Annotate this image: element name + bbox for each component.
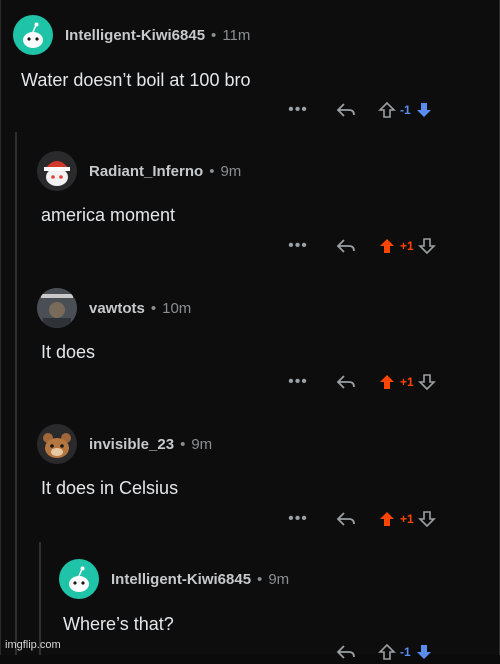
upvote-arrow-icon xyxy=(380,512,394,526)
reply-button[interactable] xyxy=(336,101,356,119)
downvote-arrow-icon xyxy=(417,374,436,391)
comment-text: america moment xyxy=(41,205,176,225)
vote-score: +1 xyxy=(400,512,414,526)
avatar[interactable] xyxy=(37,288,77,328)
upvote-button[interactable] xyxy=(378,510,396,528)
reply-icon xyxy=(336,375,355,389)
upvote-arrow-icon xyxy=(380,375,394,389)
username[interactable]: vawtots xyxy=(89,300,145,317)
more-options-button[interactable]: ••• xyxy=(288,373,308,391)
snoo-bear-icon xyxy=(43,433,71,458)
avatar[interactable] xyxy=(59,559,99,599)
upvote-button[interactable] xyxy=(378,643,396,661)
timestamp: 10m xyxy=(162,299,192,317)
vote-score: -1 xyxy=(400,645,411,659)
snoo-santa-hat-icon xyxy=(44,161,70,186)
comment-text: It does xyxy=(41,342,96,362)
reply-button[interactable] xyxy=(336,643,356,661)
reply-button[interactable] xyxy=(336,237,356,255)
avatar[interactable] xyxy=(37,424,77,464)
downvote-arrow-icon xyxy=(417,511,436,528)
separator-dot: • xyxy=(150,299,157,317)
downvote-button[interactable] xyxy=(417,510,436,528)
comment-text: It does in Celsius xyxy=(41,478,179,498)
snoo-avatar-icon xyxy=(23,22,43,48)
snoo-avatar-icon xyxy=(69,566,89,592)
username[interactable]: Intelligent-Kiwi6845 xyxy=(111,571,251,588)
timestamp: 9m xyxy=(191,435,213,453)
comment-thread: Intelligent-Kiwi6845 • 11m Water doesn’t… xyxy=(0,0,500,660)
separator-dot: • xyxy=(180,435,186,453)
separator-dot: • xyxy=(257,570,263,588)
username[interactable]: Intelligent-Kiwi6845 xyxy=(65,27,205,44)
more-options-button[interactable]: ••• xyxy=(288,101,308,119)
reply-icon xyxy=(336,645,355,659)
downvote-arrow-icon xyxy=(417,238,436,255)
vote-score: +1 xyxy=(400,375,414,389)
downvote-button[interactable] xyxy=(415,643,433,661)
separator-dot: • xyxy=(211,26,217,44)
more-options-button[interactable]: ••• xyxy=(288,510,308,528)
avatar[interactable] xyxy=(13,15,53,55)
downvote-button[interactable] xyxy=(417,373,436,391)
vote-score: +1 xyxy=(400,239,414,253)
downvote-arrow-icon xyxy=(416,645,431,659)
imgflip-watermark: imgflip.com xyxy=(5,639,61,651)
vote-score: -1 xyxy=(400,103,411,117)
upvote-arrow-icon xyxy=(380,239,394,253)
timestamp: 11m xyxy=(222,26,251,44)
username[interactable]: invisible_23 xyxy=(89,436,174,453)
reply-icon xyxy=(336,512,355,526)
photo-avatar-icon xyxy=(37,288,77,328)
reply-icon xyxy=(336,103,355,117)
timestamp: 9m xyxy=(268,570,290,588)
reply-icon xyxy=(336,239,355,253)
downvote-button[interactable] xyxy=(417,237,436,255)
reply-button[interactable] xyxy=(336,373,356,391)
thread-line-level1[interactable] xyxy=(15,132,17,655)
comment-text: Water doesn’t boil at 100 bro xyxy=(21,70,251,90)
separator-dot: • xyxy=(209,162,215,180)
upvote-button[interactable] xyxy=(378,237,396,255)
reply-button[interactable] xyxy=(336,510,356,528)
avatar[interactable] xyxy=(37,151,77,191)
downvote-button[interactable] xyxy=(415,101,433,119)
upvote-button[interactable] xyxy=(378,373,396,391)
upvote-arrow-icon xyxy=(378,643,396,660)
more-options-button[interactable]: ••• xyxy=(288,237,308,255)
downvote-arrow-icon xyxy=(416,103,431,117)
timestamp: 9m xyxy=(220,162,242,180)
username[interactable]: Radiant_Inferno xyxy=(89,163,203,180)
upvote-button[interactable] xyxy=(378,101,396,119)
upvote-arrow-icon xyxy=(378,101,396,118)
comment-text: Where’s that? xyxy=(63,614,174,634)
